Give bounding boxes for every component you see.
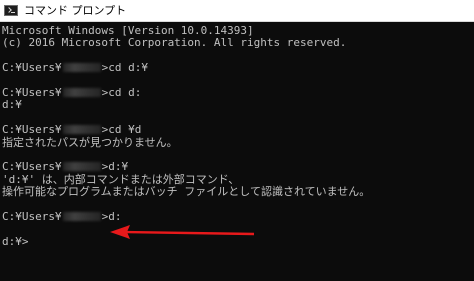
console-line: C:¥Users¥ >cd d:¥ [2, 61, 474, 75]
red-arrow-annotation [110, 225, 255, 239]
console-text: C:¥Users¥ [2, 123, 62, 137]
console-text: C:¥Users¥ [2, 85, 62, 99]
window-title: コマンド プロンプト [24, 3, 127, 17]
arrow-head [110, 225, 130, 239]
console-text: 操作可能なプログラムまたはバッチ ファイルとして認識されていません。 [2, 185, 371, 199]
redacted-username-mask [62, 87, 101, 97]
title-bar[interactable]: コマンド プロンプト [0, 0, 474, 22]
console-text: 'd:¥' は、内部コマンドまたは外部コマンド、 [2, 172, 240, 186]
redacted-username-mask [62, 125, 101, 135]
console-text: d:¥> [2, 234, 29, 248]
console-app-icon [4, 5, 18, 16]
console-text: >cd d: [101, 85, 142, 99]
redacted-username-mask [62, 211, 101, 221]
console-text: C:¥Users¥ [2, 160, 62, 174]
console-line: C:¥Users¥ >cd d: [2, 85, 474, 99]
console-line: 操作可能なプログラムまたはバッチ ファイルとして認識されていません。 [2, 185, 474, 199]
console-line: d:¥ [2, 99, 474, 111]
command-prompt-window: コマンド プロンプト Microsoft Windows [Version 10… [0, 0, 474, 281]
console-text: d:¥ [2, 98, 22, 112]
console-text: >d:¥ [101, 160, 129, 174]
console-text: Microsoft Windows [Version 10.0.14393] [2, 24, 254, 37]
console-text: C:¥Users¥ [2, 209, 62, 223]
console-line: (c) 2016 Microsoft Corporation. All righ… [2, 37, 474, 49]
redacted-username-mask [62, 63, 101, 73]
console-text: C:¥Users¥ [2, 61, 62, 75]
console-text: >cd d:¥ [101, 61, 148, 75]
arrow-shaft [121, 230, 255, 236]
console-text: 指定されたパスが見つかりません。 [2, 135, 178, 149]
redacted-username-mask [62, 162, 101, 172]
console-text: (c) 2016 Microsoft Corporation. All righ… [2, 36, 347, 50]
console-text: >cd ¥d [101, 123, 142, 137]
console-line: 指定されたパスが見つかりません。 [2, 135, 474, 149]
